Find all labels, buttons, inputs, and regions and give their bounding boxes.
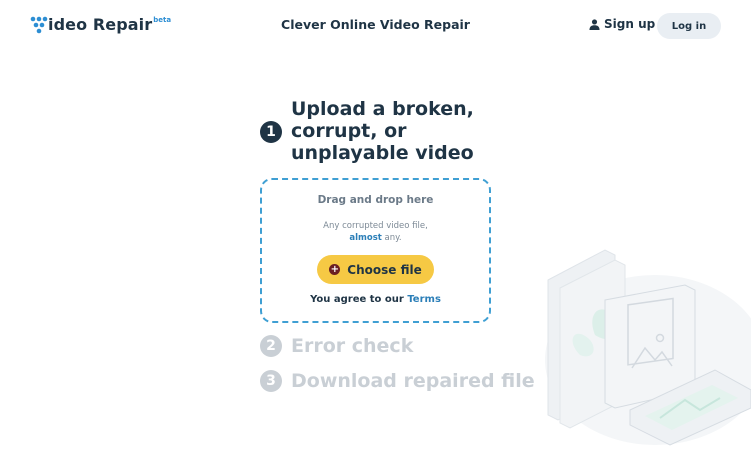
choose-file-button[interactable]: + Choose file [317, 255, 434, 284]
terms-link[interactable]: Terms [407, 294, 441, 305]
file-dropzone[interactable]: Drag and drop here Any corrupted video f… [260, 178, 491, 323]
step-2-title: Error check [291, 335, 414, 357]
dropzone-desc-rest: any. [381, 233, 402, 243]
logo-text: ideo Repair [48, 15, 153, 34]
terms-agreement: You agree to our Terms [262, 294, 489, 305]
dropzone-desc-almost: almost [349, 233, 382, 243]
signup-label: Sign up [604, 17, 656, 31]
files-illustration [545, 249, 751, 446]
logo[interactable]: ideo Repair beta [30, 15, 171, 35]
signup-link[interactable]: Sign up [589, 17, 655, 31]
login-button[interactable]: Log in [657, 13, 721, 39]
choose-file-label: Choose file [347, 262, 422, 277]
dropzone-desc-line1: Any corrupted video file, [323, 221, 428, 231]
logo-dots-icon [30, 16, 48, 34]
dropzone-title: Drag and drop here [317, 194, 434, 206]
dropzone-description: Any corrupted video file, almost any. [262, 220, 489, 244]
user-icon [589, 18, 600, 30]
step-3-badge: 3 [260, 370, 282, 392]
header: ideo Repair beta Clever Online Video Rep… [0, 0, 751, 52]
step-1-title: Upload a broken, corrupt, or unplayable … [291, 98, 474, 164]
step-2-badge: 2 [260, 335, 282, 357]
step-3-title: Download repaired file [291, 370, 535, 392]
plus-circle-icon: + [329, 264, 341, 275]
step-1-badge: 1 [260, 121, 282, 143]
agree-text: You agree to our [310, 294, 408, 305]
logo-beta-badge: beta [153, 16, 172, 24]
